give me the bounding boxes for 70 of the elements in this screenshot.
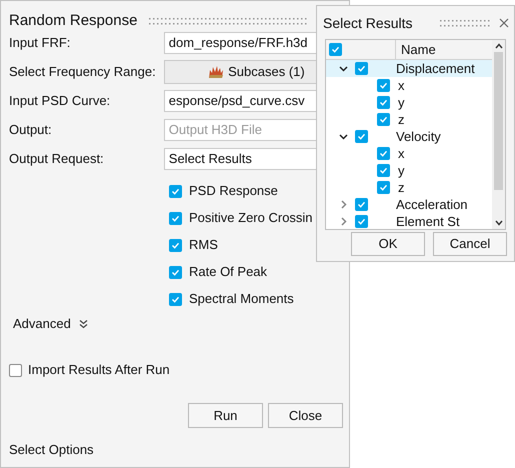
dialog-button[interactable]: Run — [188, 403, 263, 428]
chevron-down-icon[interactable] — [338, 132, 348, 141]
double-chevron-down-icon[interactable] — [78, 319, 88, 329]
tree-item[interactable]: z — [326, 179, 492, 196]
checkbox-label: Rate Of Peak — [189, 263, 268, 282]
checkmark-icon — [171, 186, 180, 196]
tree-item[interactable]: Element St — [326, 213, 492, 229]
checkbox[interactable] — [377, 113, 390, 126]
chevron-right-icon[interactable] — [338, 200, 348, 209]
checkbox[interactable] — [9, 364, 22, 376]
field-label: Output Request: — [9, 150, 105, 168]
tree-item[interactable]: Displacement — [326, 60, 492, 77]
tree-item[interactable]: Acceleration — [326, 196, 492, 213]
tree-label: z — [398, 178, 404, 197]
drag-handle-icon[interactable] — [440, 20, 492, 26]
checkbox-label: RMS — [189, 236, 218, 254]
tree-label: Displacement — [396, 60, 475, 78]
advanced-label[interactable]: Advanced — [13, 314, 71, 334]
checkmark-icon — [171, 294, 180, 304]
tree-label: y — [398, 162, 404, 180]
popup-title: Select Results — [323, 14, 412, 32]
checkbox[interactable] — [377, 147, 390, 160]
checkbox-label: Import Results After Run — [28, 361, 170, 380]
field-label: Output: — [9, 120, 53, 139]
field-label: Select Frequency Range: — [9, 62, 157, 81]
checkbox[interactable] — [329, 43, 342, 56]
checkmark-icon — [171, 240, 180, 250]
status-text: Select Options — [8, 440, 95, 459]
dialog-button[interactable]: Cancel — [433, 232, 507, 256]
checkmark-icon — [171, 268, 180, 276]
dialog-button[interactable]: Close — [268, 403, 343, 428]
checkmark-icon — [357, 64, 366, 73]
checkbox[interactable] — [355, 215, 368, 228]
checkbox[interactable] — [169, 184, 182, 198]
tree-label: Acceleration — [396, 196, 468, 214]
checkbox[interactable] — [355, 198, 368, 211]
tree-label: Element St — [396, 212, 460, 229]
checkmark-icon — [331, 45, 340, 54]
checkbox[interactable] — [377, 181, 390, 194]
drag-handle-icon[interactable] — [149, 18, 310, 24]
checkbox[interactable] — [355, 130, 368, 143]
checkbox-label: Spectral Moments — [189, 290, 294, 308]
tree-label: y — [398, 94, 404, 112]
checkbox[interactable] — [169, 266, 182, 278]
dialog-button[interactable]: OK — [351, 232, 425, 256]
scrollbar[interactable] — [492, 40, 505, 229]
close-icon[interactable] — [499, 18, 509, 28]
checkbox[interactable] — [377, 79, 390, 92]
field-label: Input FRF: — [9, 34, 72, 52]
checkbox[interactable] — [377, 96, 390, 109]
checkbox[interactable] — [355, 62, 368, 75]
checkmark-icon — [357, 132, 366, 141]
tree-label: Velocity — [396, 128, 441, 146]
checkbox-label: PSD Response — [189, 182, 278, 200]
checkbox[interactable] — [377, 164, 390, 177]
field-label: Input PSD Curve: — [9, 92, 112, 110]
chevron-right-icon[interactable] — [338, 217, 348, 226]
checkbox[interactable] — [169, 238, 182, 252]
tree-label: x — [398, 144, 404, 163]
checkbox[interactable] — [169, 292, 182, 306]
scroll-down-icon[interactable] — [494, 220, 502, 226]
tree-label: x — [398, 76, 404, 95]
checkbox-label: Positive Zero Crossin — [189, 209, 313, 228]
flame-icon — [208, 64, 224, 78]
chevron-down-icon[interactable] — [338, 64, 348, 73]
tree-label: z — [398, 110, 404, 129]
panel-title: Random Response — [9, 10, 138, 31]
checkbox[interactable] — [169, 212, 182, 224]
checkmark-icon — [171, 214, 180, 222]
scroll-up-icon[interactable] — [494, 43, 502, 49]
